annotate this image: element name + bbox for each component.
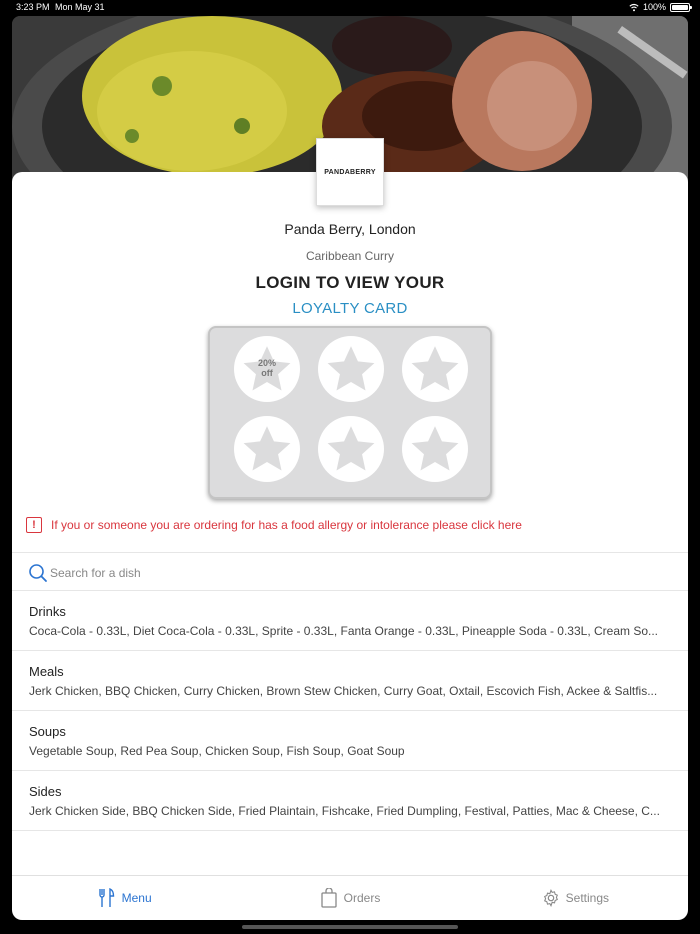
tab-menu-label: Menu (121, 891, 152, 905)
stamp-1: 20% off (234, 336, 300, 402)
star-icon (327, 426, 375, 471)
allergy-notice-text: If you or someone you are ordering for h… (51, 518, 522, 532)
category-title: Meals (29, 664, 64, 679)
tab-orders-label: Orders (343, 891, 381, 905)
search-bar[interactable] (12, 552, 688, 591)
allergy-notice-link[interactable]: ! If you or someone you are ordering for… (26, 517, 522, 533)
menu-category-sides[interactable]: Sides Jerk Chicken Side, BBQ Chicken Sid… (12, 771, 688, 831)
menu-category-drinks[interactable]: Drinks Coca-Cola - 0.33L, Diet Coca-Cola… (12, 591, 688, 651)
category-title: Sides (29, 784, 62, 799)
stamp-2 (318, 336, 384, 402)
battery-percent: 100% (642, 2, 666, 12)
star-icon (327, 346, 375, 391)
status-bar: 3:23 PM Mon May 31 100% (0, 0, 700, 14)
bag-icon (320, 888, 337, 908)
star-icon (411, 346, 459, 391)
stamp-reward-value: 20% (257, 358, 276, 368)
battery-icon (670, 2, 692, 12)
category-title: Soups (29, 724, 66, 739)
wifi-icon (629, 3, 639, 11)
category-items: Jerk Chicken, BBQ Chicken, Curry Chicken… (29, 684, 658, 698)
stamp-reward-label: 20% off (234, 358, 300, 378)
category-items: Vegetable Soup, Red Pea Soup, Chicken So… (29, 744, 405, 758)
search-input[interactable] (50, 563, 650, 583)
loyalty-stamp-card[interactable]: 20% off (208, 326, 492, 499)
status-time: 3:23 PM (16, 2, 50, 12)
tab-orders[interactable]: Orders (237, 876, 462, 920)
login-title[interactable]: LOGIN TO VIEW YOUR (12, 273, 688, 293)
status-right: 100% (629, 0, 692, 14)
restaurant-cuisine: Caribbean Curry (305, 249, 395, 263)
category-items: Jerk Chicken Side, BBQ Chicken Side, Fri… (29, 804, 660, 818)
category-title: Drinks (29, 604, 66, 619)
tab-settings-label: Settings (565, 891, 609, 905)
star-icon (411, 426, 459, 471)
status-date: Mon May 31 (55, 2, 105, 12)
home-indicator[interactable] (242, 925, 458, 929)
logo-text: PANDABERRY (324, 168, 376, 176)
tab-bar: Menu Orders Settings (12, 875, 688, 920)
tab-settings[interactable]: Settings (463, 876, 688, 920)
menu-category-meals[interactable]: Meals Jerk Chicken, BBQ Chicken, Curry C… (12, 651, 688, 711)
warning-icon: ! (26, 517, 42, 533)
tab-menu[interactable]: Menu (12, 876, 237, 920)
restaurant-logo: PANDABERRY (316, 138, 384, 206)
search-icon (29, 564, 47, 582)
stamp-reward-suffix: off (261, 368, 273, 378)
loyalty-card-link[interactable]: LOYALTY CARD (12, 300, 688, 317)
restaurant-card: PANDABERRY Panda Berry, London Caribbean… (12, 138, 688, 920)
stamp-4 (234, 416, 300, 482)
star-icon (243, 426, 291, 471)
fork-knife-icon (98, 888, 114, 907)
restaurant-name: Panda Berry, London (284, 221, 416, 237)
menu-category-soups[interactable]: Soups Vegetable Soup, Red Pea Soup, Chic… (12, 711, 688, 771)
category-items: Coca-Cola - 0.33L, Diet Coca-Cola - 0.33… (29, 624, 659, 638)
stamp-5 (318, 416, 384, 482)
gear-icon (543, 889, 558, 907)
stamp-3 (402, 336, 468, 402)
stamp-6 (402, 416, 468, 482)
